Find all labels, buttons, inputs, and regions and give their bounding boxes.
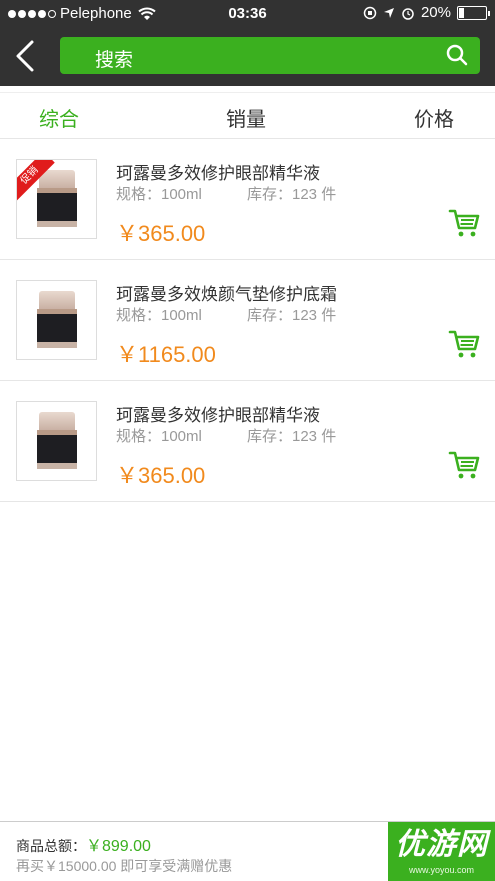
tab-price[interactable]: 价格: [414, 103, 454, 132]
battery-fill: [459, 7, 465, 18]
product-stock: 库存：123 件: [247, 307, 337, 324]
tab-sales[interactable]: 销量: [226, 103, 266, 132]
battery-percent: 20%: [420, 4, 451, 21]
product-image[interactable]: [16, 280, 97, 360]
alarm-icon: [402, 7, 414, 20]
total-amount: ￥899.00: [86, 838, 151, 855]
product-spec: 规格：100ml: [116, 186, 202, 203]
status-bar: Pelephone 03:36 20%: [0, 0, 495, 28]
product-image[interactable]: [16, 401, 97, 481]
navigation-bar: 搜索: [0, 28, 495, 86]
add-to-cart-icon[interactable]: [448, 449, 480, 481]
product-item[interactable]: 珂露曼多效修护眼部精华液 规格：100ml 库存：123 件 ￥365.00: [0, 381, 495, 502]
cream-jar-image: [37, 291, 77, 349]
search-input[interactable]: 搜索: [60, 37, 480, 74]
cream-jar-image: [37, 412, 77, 470]
product-spec: 规格：100ml: [116, 428, 202, 445]
cream-jar-image: [37, 170, 77, 228]
product-price: ￥365.00: [116, 463, 206, 488]
sort-tabs: 综合 销量 价格: [0, 92, 495, 139]
promo-hint: 再买￥15000.00 即可享受满赠优惠: [16, 858, 233, 874]
product-stock: 库存：123 件: [247, 428, 337, 445]
search-icon[interactable]: [446, 44, 468, 66]
product-title[interactable]: 珂露曼多效修护眼部精华液: [116, 159, 320, 184]
rotation-lock-icon: [363, 6, 377, 19]
status-right: 20%: [363, 4, 490, 21]
product-item[interactable]: 促销 珂露曼多效修护眼部精华液 规格：100ml 库存：123 件 ￥365.0…: [0, 139, 495, 260]
product-title[interactable]: 珂露曼多效焕颜气垫修护底霜: [116, 280, 337, 305]
tab-comprehensive[interactable]: 综合: [39, 103, 79, 132]
location-icon: [383, 7, 394, 18]
chevron-left-icon[interactable]: [8, 36, 44, 76]
watermark-url: www.yoyou.com: [408, 865, 475, 875]
product-title[interactable]: 珂露曼多效修护眼部精华液: [116, 401, 320, 426]
product-price: ￥1165.00: [116, 342, 216, 367]
watermark-logo: 优游网 www.yoyou.com: [388, 826, 495, 876]
watermark-text: 优游网: [395, 828, 488, 861]
total-label: 商品总额：: [16, 838, 86, 854]
product-spec: 规格：100ml: [116, 307, 202, 324]
battery-icon: [457, 5, 490, 20]
product-price: ￥365.00: [116, 221, 206, 246]
search-placeholder: 搜索: [95, 50, 134, 71]
total-line: 商品总额：￥899.00: [16, 832, 151, 856]
product-stock: 库存：123 件: [247, 186, 337, 203]
add-to-cart-icon[interactable]: [448, 328, 480, 360]
add-to-cart-icon[interactable]: [448, 207, 480, 239]
product-image[interactable]: 促销: [16, 159, 97, 239]
product-item[interactable]: 珂露曼多效焕颜气垫修护底霜 规格：100ml 库存：123 件 ￥1165.00: [0, 260, 495, 381]
